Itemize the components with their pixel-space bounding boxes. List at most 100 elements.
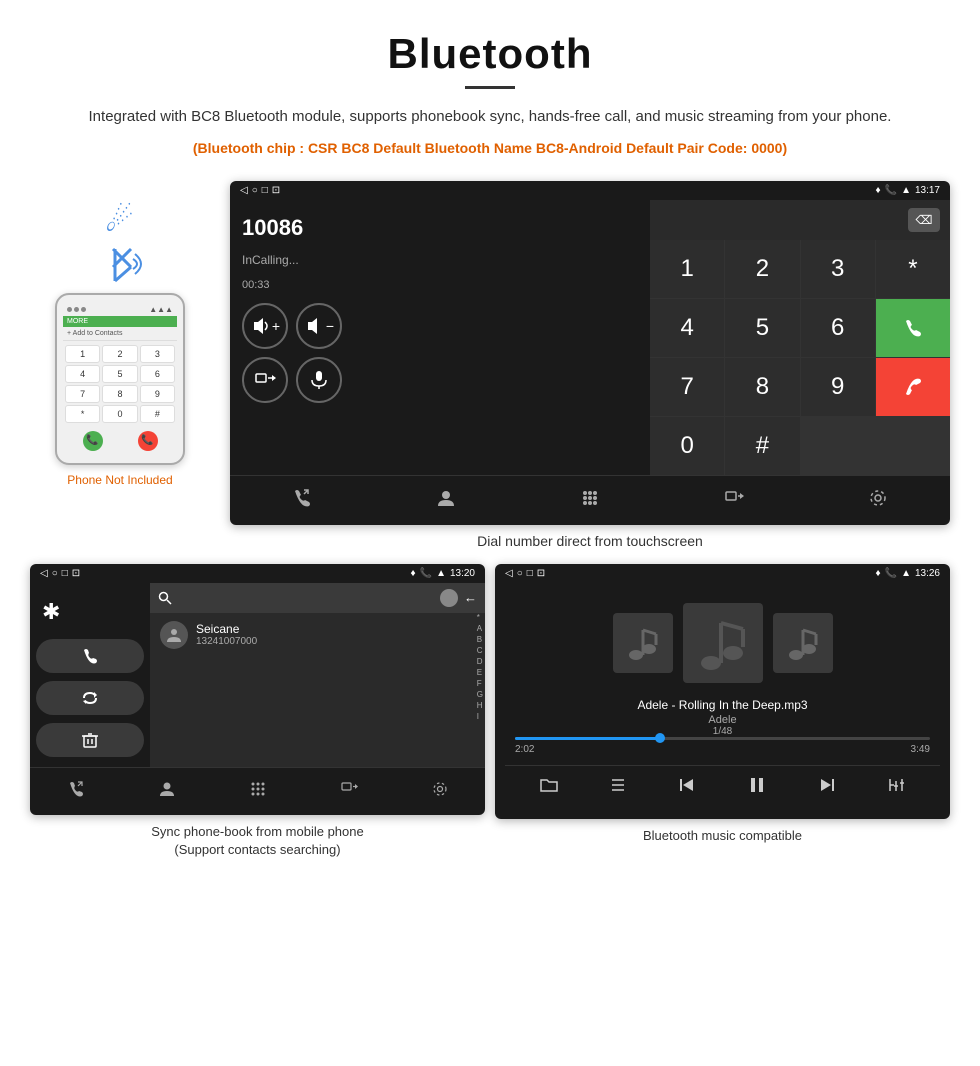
phone-key-5: 5 — [102, 365, 137, 383]
volume-down-icon — [304, 315, 326, 337]
kp-4[interactable]: 4 — [650, 299, 724, 357]
music-screen-container: ◁ ○ □ ⊡ ♦ 📞 ▲ 13:26 — [495, 564, 950, 859]
main-content: ☄ ▲▲▲ MORE — [0, 171, 980, 549]
volume-up-button[interactable]: + — [242, 303, 288, 349]
phone-add-contact: + Add to Contacts — [63, 327, 177, 341]
transfer-icon — [254, 369, 276, 391]
pb-nav-calls[interactable] — [57, 776, 95, 807]
music-status-bar: ◁ ○ □ ⊡ ♦ 📞 ▲ 13:26 — [495, 564, 950, 583]
dial-input-bar: ⌫ — [650, 200, 950, 240]
nav-transfer-icon[interactable] — [714, 484, 754, 517]
dial-screen-body: 10086 InCalling... 00:33 + — [230, 200, 950, 475]
menu-icon: ⊡ — [272, 185, 280, 196]
time-current: 2:02 — [515, 744, 534, 755]
kp-8[interactable]: 8 — [725, 358, 799, 416]
list-icon — [608, 775, 628, 795]
dial-controls: + − — [242, 303, 638, 403]
music-play-pause-button[interactable] — [746, 774, 768, 801]
dial-number: 10086 — [242, 215, 638, 241]
volume-down-button[interactable]: − — [296, 303, 342, 349]
pb-right-panel: ← * A B C D E F G H I — [150, 583, 485, 767]
music-controls — [505, 765, 940, 809]
dial-caption: Dial number direct from touchscreen — [230, 533, 950, 549]
pb-time: 13:20 — [450, 568, 475, 579]
page-title: Bluetooth — [60, 30, 920, 78]
pb-alphabet: * A B C D E F G H I — [477, 613, 483, 721]
kp-3[interactable]: 3 — [801, 240, 875, 298]
pb-left-panel: ✱ — [30, 583, 150, 767]
music-back-icon: ◁ — [505, 568, 513, 579]
music-list-button[interactable] — [608, 775, 628, 800]
music-folder-button[interactable] — [539, 775, 559, 800]
nav-settings-icon[interactable] — [858, 484, 898, 517]
kp-9[interactable]: 9 — [801, 358, 875, 416]
kp-2[interactable]: 2 — [725, 240, 799, 298]
album-art-main — [683, 603, 763, 683]
music-time: 13:26 — [915, 568, 940, 579]
kp-6[interactable]: 6 — [801, 299, 875, 357]
phone-key-0: 0 — [102, 405, 137, 423]
call-end-icon — [902, 376, 924, 398]
phone-green-label: MORE — [67, 318, 88, 325]
pb-nav-contacts[interactable] — [148, 776, 186, 807]
music-location-icon: ♦ — [876, 568, 881, 579]
volume-up-icon — [250, 315, 272, 337]
pb-call-pill[interactable] — [36, 639, 144, 673]
pb-contact-item: Seicane 13241007000 — [150, 613, 485, 657]
phone-key-1: 1 — [65, 345, 100, 363]
kp-0[interactable]: 0 — [650, 417, 724, 475]
phone-bottom-row: 📞 📞 — [63, 427, 177, 455]
contact-info: Seicane 13241007000 — [196, 622, 257, 647]
page-header: Bluetooth Integrated with BC8 Bluetooth … — [0, 0, 980, 171]
pb-nav-dialpad[interactable] — [239, 776, 277, 807]
music-wifi-icon: ▲ — [901, 568, 911, 579]
kp-1[interactable]: 1 — [650, 240, 724, 298]
pb-home-icon: ○ — [52, 568, 58, 579]
nav-dialpad-icon[interactable] — [570, 484, 610, 517]
progress-times: 2:02 3:49 — [515, 744, 930, 755]
progress-bar-fill — [515, 737, 660, 740]
phone-not-included: Phone Not Included — [67, 473, 172, 487]
song-track: 1/48 — [505, 726, 940, 737]
music-next-button[interactable] — [817, 775, 837, 800]
dial-area: ◁ ○ □ ⊡ ♦ 📞 ▲ 13:17 10086 InCalling... — [230, 181, 950, 549]
music-eq-button[interactable] — [886, 775, 906, 800]
phone-key-star: * — [65, 405, 100, 423]
dial-btn-row-2 — [242, 357, 638, 403]
pb-nav-transfer[interactable] — [330, 776, 368, 807]
music-note-icon-small — [628, 625, 658, 661]
music-body: Adele - Rolling In the Deep.mp3 Adele 1/… — [495, 583, 950, 819]
album-art-right — [773, 613, 833, 673]
nav-calls-icon[interactable] — [282, 484, 322, 517]
kp-7[interactable]: 7 — [650, 358, 724, 416]
music-prev-button[interactable] — [677, 775, 697, 800]
pb-sync-pill[interactable] — [36, 681, 144, 715]
music-call-icon: 📞 — [885, 568, 897, 579]
dial-call-duration: 00:33 — [242, 279, 638, 291]
transfer-button[interactable] — [242, 357, 288, 403]
system-icons: ♦ 📞 ▲ 13:17 — [876, 185, 941, 196]
phone-key-4: 4 — [65, 365, 100, 383]
microphone-button[interactable] — [296, 357, 342, 403]
pb-scroll-dot — [440, 589, 458, 607]
kp-star[interactable]: * — [876, 240, 950, 298]
pb-system-icons: ♦ 📞 ▲ 13:20 — [411, 568, 476, 579]
pb-nav-settings[interactable] — [421, 776, 459, 807]
kp-call-green[interactable] — [876, 299, 950, 357]
location-icon: ♦ — [876, 185, 881, 196]
backspace-button[interactable]: ⌫ — [908, 208, 940, 232]
pb-menu-icon: ⊡ — [72, 568, 80, 579]
android-bottom-nav — [230, 475, 950, 525]
phone-call-button: 📞 — [83, 431, 103, 451]
pb-back-arrow: ← — [464, 590, 477, 605]
kp-call-red[interactable] — [876, 358, 950, 416]
music-system-icons: ♦ 📞 ▲ 13:26 — [876, 568, 941, 579]
kp-5[interactable]: 5 — [725, 299, 799, 357]
bluetooth-icon-area: ☄ — [95, 201, 145, 289]
pb-back-icon: ◁ — [40, 568, 48, 579]
dot — [74, 307, 79, 312]
kp-hash[interactable]: # — [725, 417, 799, 475]
pb-nav-icons: ◁ ○ □ ⊡ — [40, 568, 80, 579]
pb-delete-pill[interactable] — [36, 723, 144, 757]
nav-contacts-icon[interactable] — [426, 484, 466, 517]
